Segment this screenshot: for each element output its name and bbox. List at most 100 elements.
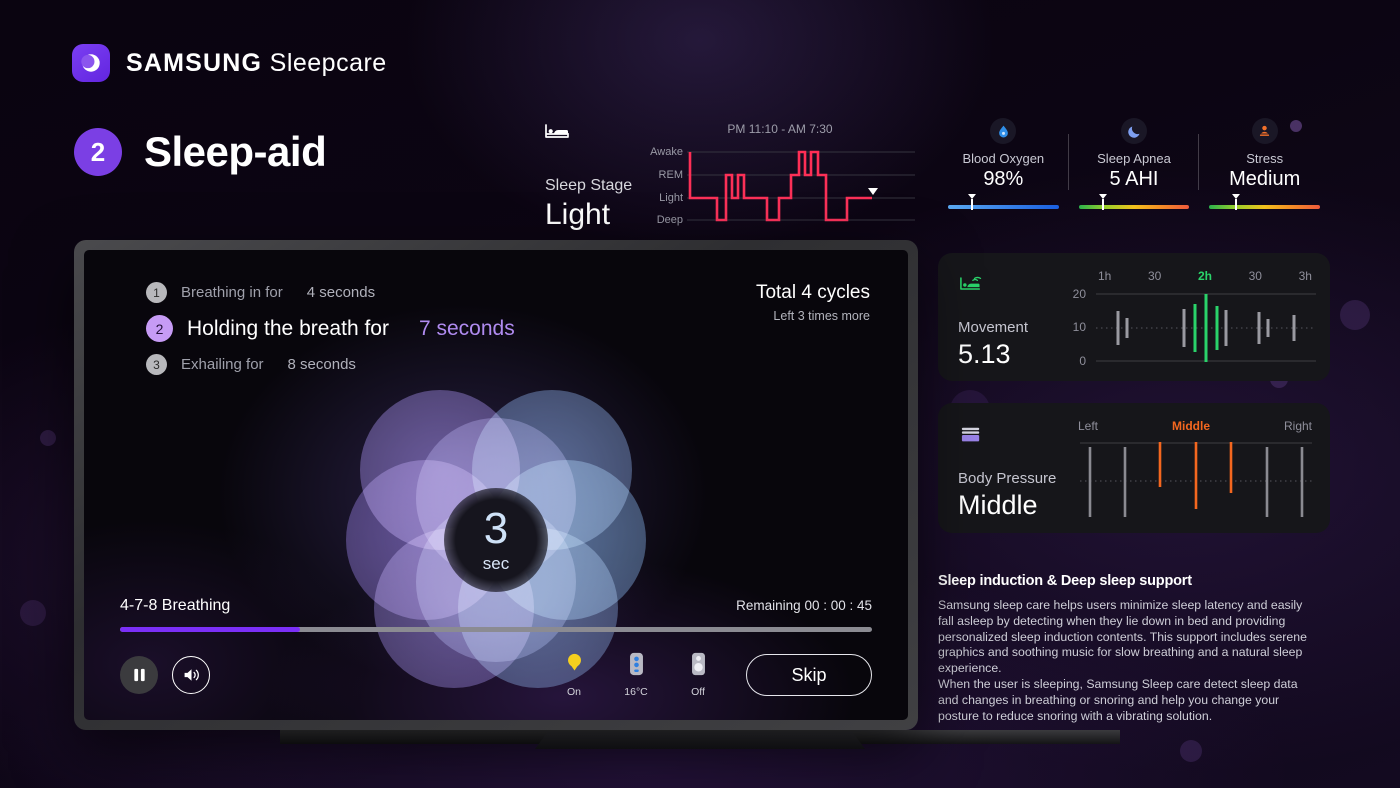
metric-label: Blood Oxygen	[962, 151, 1045, 166]
device-label: On	[566, 686, 581, 698]
brand-name: SAMSUNG Sleepcare	[126, 49, 387, 78]
description-heading: Sleep induction & Deep sleep support	[938, 573, 1192, 589]
step-duration: 8 seconds	[287, 356, 356, 373]
y-tick: 20	[1072, 287, 1086, 301]
movement-chart-svg	[1096, 293, 1316, 362]
metric-value: 5 AHI	[1109, 168, 1159, 190]
volume-button[interactable]	[172, 656, 210, 694]
movement-card[interactable]: Movement 5.13 1h 30 2h 30 3h 20 10 0	[938, 253, 1330, 381]
hypnogram-time-range: PM 11:10 - AM 7:30	[727, 122, 833, 136]
metric-marker	[968, 194, 977, 210]
page-title: 2 Sleep-aid	[74, 128, 327, 176]
thermostat-icon	[629, 652, 643, 676]
air-purifier-icon	[691, 652, 705, 676]
pause-button[interactable]	[120, 656, 158, 694]
bokeh-dot	[20, 600, 46, 626]
step-text: Holding the breath for	[187, 316, 389, 340]
player-remaining: Remaining 00 : 00 : 45	[736, 598, 872, 613]
step-duration: 4 seconds	[306, 284, 376, 301]
x-tick: 30	[1147, 269, 1162, 283]
step-number: 1	[146, 282, 167, 303]
hypnogram-svg	[687, 150, 915, 222]
sleep-stage-section: Sleep Stage Light PM 11:10 - AM 7:30 Awa…	[545, 122, 915, 232]
cycles-info: Total 4 cycles Left 3 times more	[756, 282, 870, 323]
mattress-icon	[960, 425, 982, 450]
step-text: Exhailing for	[181, 356, 264, 373]
tv-stand-base	[535, 731, 865, 749]
x-tick: Left	[1078, 419, 1099, 433]
breathing-timer: 3 sec	[444, 488, 548, 592]
y-label-deep: Deep	[656, 214, 683, 226]
movement-value: 5.13	[958, 339, 1011, 369]
hypnogram-y-labels: Awake REM Light Deep	[645, 144, 683, 226]
x-tick: 3h	[1298, 269, 1312, 283]
metric-marker	[1231, 194, 1240, 210]
moon-icon	[1121, 118, 1147, 144]
step-number: 2	[146, 315, 173, 342]
y-label-awake: Awake	[650, 146, 683, 158]
body-pressure-label: Body Pressure	[958, 470, 1057, 487]
hypnogram-chart: PM 11:10 - AM 7:30 Awake REM Light Deep	[645, 122, 915, 226]
app-root: SAMSUNG Sleepcare 2 Sleep-aid Sleep Stag…	[0, 0, 1400, 788]
metric-bar-sleep-apnea	[1078, 194, 1190, 210]
x-tick: 1h	[1098, 269, 1112, 283]
y-label-light: Light	[659, 192, 683, 204]
step-text: Breathing in for	[181, 284, 283, 301]
device-thermostat[interactable]: 16°C	[616, 652, 656, 698]
timer-unit: sec	[482, 553, 510, 573]
cycles-left: Left 3 times more	[773, 309, 870, 323]
body-pressure-x-axis: Left Middle Right	[1078, 419, 1312, 433]
device-label: 16°C	[624, 686, 648, 698]
x-tick: 30	[1248, 269, 1262, 283]
y-label-rem: REM	[658, 169, 683, 181]
bokeh-dot	[1180, 740, 1202, 762]
bokeh-dot	[40, 430, 56, 446]
body-pressure-chart-svg	[1080, 442, 1312, 517]
breathing-step-1[interactable]: 1 Breathing in for 4 seconds	[146, 282, 515, 303]
connected-devices: On 16°C Off	[554, 652, 718, 698]
page-title-text: Sleep-aid	[144, 128, 327, 175]
person-icon	[1251, 118, 1278, 144]
tv-screen: 1 Breathing in for 4 seconds 2 Holding t…	[84, 250, 908, 720]
health-metrics-row: Blood Oxygen 98% Sleep Apnea 5 AHI Stres…	[938, 118, 1330, 210]
app-logo	[72, 44, 110, 82]
droplet-icon	[990, 118, 1017, 144]
skip-button[interactable]: Skip	[746, 654, 872, 696]
metric-bar-blood-oxygen	[948, 194, 1059, 210]
step-number: 3	[146, 354, 167, 375]
x-tick-active: 2h	[1197, 269, 1212, 283]
body-pressure-value: Middle	[958, 490, 1038, 520]
breathing-step-2[interactable]: 2 Holding the breath for 7 seconds	[146, 315, 515, 342]
metric-blood-oxygen[interactable]: Blood Oxygen 98%	[938, 118, 1069, 210]
device-light[interactable]: On	[554, 652, 594, 698]
metric-marker	[1099, 194, 1108, 210]
cycles-total: Total 4 cycles	[755, 282, 870, 303]
metric-sleep-apnea[interactable]: Sleep Apnea 5 AHI	[1067, 118, 1200, 210]
brand-samsung: SAMSUNG	[126, 48, 263, 77]
description-paragraph-2: When the user is sleeping, Samsung Sleep…	[938, 676, 1298, 723]
volume-icon	[184, 669, 199, 681]
y-tick: 0	[1079, 354, 1086, 368]
pause-icon	[133, 668, 145, 682]
timer-value: 3	[483, 503, 509, 553]
body-pressure-card[interactable]: Body Pressure Middle Left Middle Right	[938, 403, 1330, 533]
bokeh-dot	[1340, 300, 1370, 330]
metric-value: 98%	[983, 168, 1024, 190]
metric-label: Stress	[1246, 151, 1284, 166]
brand-product: Sleepcare	[269, 48, 387, 77]
y-tick: 10	[1072, 320, 1086, 334]
description-paragraph-1: Samsung sleep care helps users minimize …	[938, 598, 1307, 676]
bed-motion-icon	[960, 275, 982, 297]
device-air-purifier[interactable]: Off	[678, 652, 718, 698]
step-number-badge: 2	[74, 128, 122, 176]
metric-value: Medium	[1229, 168, 1301, 190]
metric-bar-stress	[1209, 194, 1321, 210]
metric-label: Sleep Apnea	[1097, 151, 1171, 166]
light-bulb-icon	[567, 653, 581, 671]
breathing-step-3[interactable]: 3 Exhailing for 8 seconds	[146, 354, 515, 375]
player-title: 4-7-8 Breathing	[120, 597, 231, 614]
metric-stress[interactable]: Stress Medium	[1198, 118, 1330, 210]
current-stage-marker	[868, 188, 878, 195]
description-section: Sleep induction & Deep sleep support Sam…	[938, 573, 1310, 724]
progress-bar[interactable]	[120, 627, 872, 632]
